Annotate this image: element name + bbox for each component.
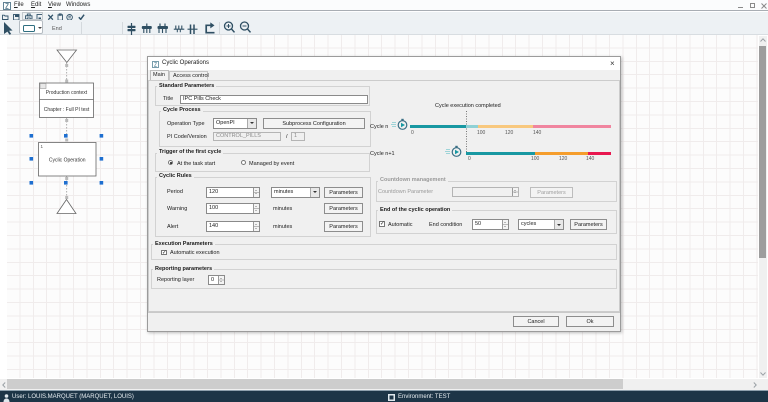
svg-text:Cyclic Operation: Cyclic Operation <box>49 158 86 164</box>
svg-text:Production context: Production context <box>46 90 88 96</box>
svg-text:Chapter : Full PI test: Chapter : Full PI test <box>44 107 90 113</box>
